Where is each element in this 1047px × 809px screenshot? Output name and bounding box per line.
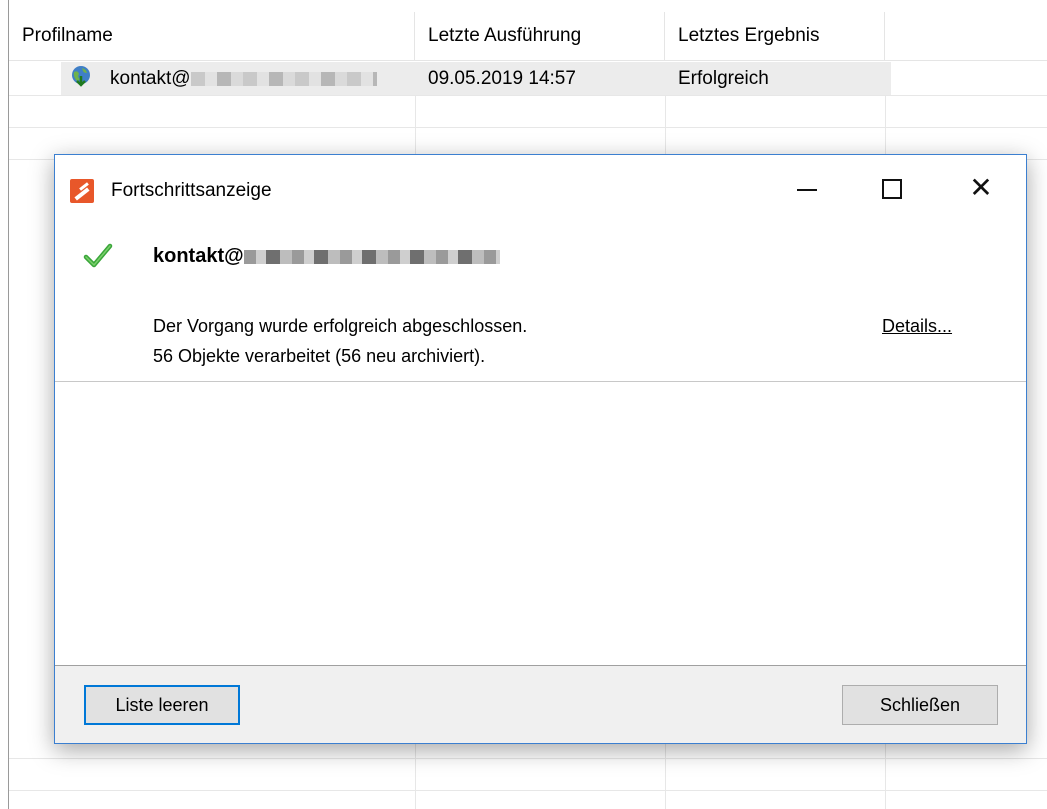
row-profile-name: kontakt@: [110, 63, 377, 95]
row-last-result: Erfolgreich: [678, 68, 769, 89]
column-header-last-run[interactable]: Letzte Ausführung: [415, 12, 665, 60]
close-icon: ✕: [969, 172, 993, 203]
row-last-run: 09.05.2019 14:57: [428, 68, 576, 89]
grid-line: [9, 758, 1047, 759]
column-header-last-result[interactable]: Letztes Ergebnis: [665, 12, 885, 60]
dialog-titlebar[interactable]: Fortschrittsanzeige ✕: [55, 155, 1026, 221]
checkmark-icon: [83, 243, 113, 268]
account-name: kontakt@: [153, 241, 500, 271]
redacted-text: [243, 249, 500, 264]
details-link[interactable]: Details...: [882, 313, 952, 339]
list-header: Profilname Letzte Ausführung Letztes Erg…: [9, 12, 1047, 61]
maximize-icon: [882, 179, 902, 199]
redacted-text: [190, 71, 377, 86]
dialog-title: Fortschrittsanzeige: [111, 180, 272, 201]
dialog-footer: Liste leeren Schließen: [55, 666, 1026, 743]
close-window-button[interactable]: ✕: [951, 165, 1011, 211]
clear-list-button[interactable]: Liste leeren: [84, 685, 240, 725]
minimize-icon: [797, 189, 817, 191]
progress-dialog: Fortschrittsanzeige ✕ kontakt@ Der Vorga…: [54, 154, 1027, 744]
globe-download-icon: [72, 66, 90, 87]
divider: [55, 381, 1026, 382]
close-button[interactable]: Schließen: [842, 685, 998, 725]
grid-line: [9, 790, 1047, 791]
column-header-profilname[interactable]: Profilname: [9, 12, 415, 60]
status-message: Der Vorgang wurde erfolgreich abgeschlos…: [153, 316, 528, 336]
minimize-button[interactable]: [777, 165, 837, 211]
processed-count: 56 Objekte verarbeitet (56 neu archivier…: [153, 346, 486, 366]
maximize-button[interactable]: [861, 165, 921, 211]
app-logo-icon: [70, 179, 94, 203]
grid-line: [9, 95, 1047, 96]
grid-line: [9, 127, 1047, 128]
